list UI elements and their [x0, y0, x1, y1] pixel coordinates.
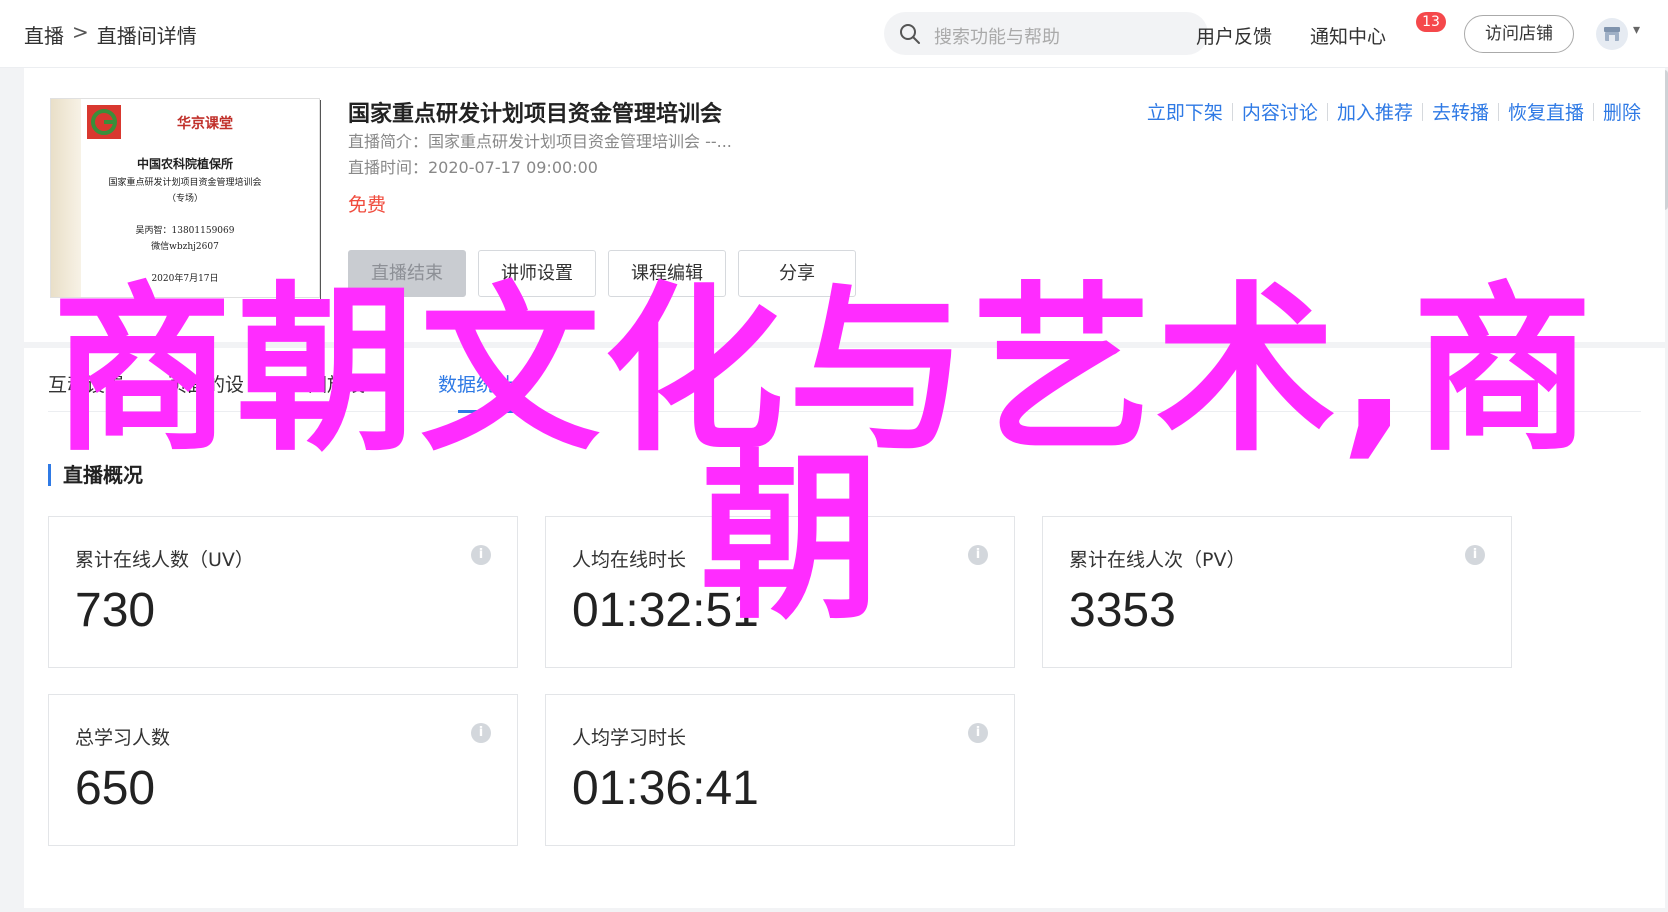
rebroadcast-link[interactable]: 去转播: [1432, 98, 1489, 125]
store-icon: [1604, 27, 1620, 41]
avatar[interactable]: [1596, 18, 1628, 50]
notification-badge: 13: [1416, 12, 1446, 32]
cover-subtitle: （专场）: [166, 194, 203, 204]
search-box[interactable]: 搜索功能与帮助: [884, 12, 1208, 55]
chevron-down-icon[interactable]: ▾: [1633, 22, 1640, 38]
breadcrumb-live[interactable]: 直播: [24, 20, 64, 49]
course-intro: 直播简介：国家重点研发计划项目资金管理培训会 --...: [348, 132, 732, 151]
stat-value: 3353: [1069, 584, 1176, 637]
stat-card: 累计在线人数（UV） i 730: [48, 516, 518, 668]
cover-title: 国家重点研发计划项目资金管理培训会: [108, 178, 262, 188]
overlay-title-text-continued: 朝: [700, 435, 881, 644]
search-placeholder: 搜索功能与帮助: [934, 27, 1060, 48]
visit-store-button[interactable]: 访问店铺: [1464, 15, 1574, 53]
info-icon[interactable]: i: [471, 723, 491, 743]
info-icon[interactable]: i: [968, 723, 988, 743]
cover-wechat: 微信wbzhj2607: [151, 242, 219, 252]
action-separator: [1231, 102, 1233, 121]
breadcrumb-current: 直播间详情: [96, 24, 197, 48]
feedback-link[interactable]: 用户反馈: [1196, 22, 1272, 49]
stat-value: 01:36:41: [572, 762, 759, 815]
action-separator: [1421, 102, 1423, 121]
stat-value: 650: [75, 762, 156, 815]
top-bar: 直播 > 直播间详情 搜索功能与帮助 用户反馈 通知中心 13 访问店铺 ▾: [0, 0, 1668, 68]
stat-label: 人均学习时长: [572, 727, 687, 749]
action-separator: [1497, 102, 1499, 121]
stat-label: 累计在线人次（PV）: [1069, 549, 1246, 571]
stat-card: 人均学习时长 i 01:36:41: [545, 694, 1015, 846]
notification-center-link[interactable]: 通知中心: [1310, 22, 1386, 49]
cover-contact: 吴丙智：13801159069: [135, 226, 235, 236]
content-discussion-link[interactable]: 内容讨论: [1242, 98, 1318, 125]
course-title: 国家重点研发计划项目资金管理培训会: [348, 102, 723, 127]
info-icon[interactable]: i: [968, 545, 988, 565]
breadcrumb: 直播 > 直播间详情: [24, 20, 197, 49]
course-actions: 立即下架 内容讨论 加入推荐 去转播 恢复直播 删除: [1147, 98, 1641, 125]
stat-card: 总学习人数 i 650: [48, 694, 518, 846]
cover-brand: 华京课堂: [177, 116, 233, 132]
course-price: 免费: [348, 194, 387, 216]
take-down-link[interactable]: 立即下架: [1147, 98, 1223, 125]
add-recommend-link[interactable]: 加入推荐: [1337, 98, 1413, 125]
info-icon[interactable]: i: [1465, 545, 1485, 565]
delete-link[interactable]: 删除: [1603, 98, 1641, 125]
info-icon[interactable]: i: [471, 545, 491, 565]
stat-label: 总学习人数: [75, 727, 171, 749]
stat-label: 人均在线时长: [572, 549, 687, 571]
action-separator: [1326, 102, 1328, 121]
resume-live-link[interactable]: 恢复直播: [1508, 98, 1584, 125]
stat-card: 累计在线人次（PV） i 3353: [1042, 516, 1512, 668]
breadcrumb-separator: >: [72, 20, 89, 44]
action-separator: [1592, 102, 1594, 121]
course-time: 直播时间：2020-07-17 09:00:00: [348, 158, 598, 177]
cover-org: 中国农科院植保所: [136, 157, 233, 171]
stat-label: 累计在线人数（UV）: [75, 549, 254, 571]
stat-value: 730: [75, 584, 156, 637]
search-icon: [900, 24, 920, 44]
